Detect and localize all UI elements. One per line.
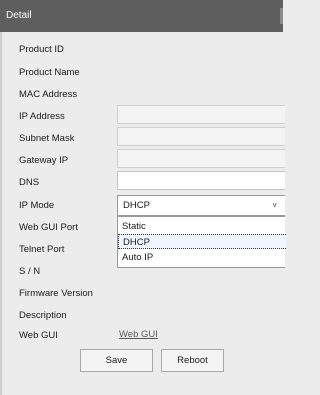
ip-mode-select[interactable]: DHCP ˅ xyxy=(117,195,285,216)
label-telnet-port: Telnet Port xyxy=(19,244,65,255)
subnet-mask-field[interactable] xyxy=(117,127,285,146)
label-ip-mode: IP Mode xyxy=(19,200,55,211)
save-button[interactable]: Save xyxy=(80,349,153,372)
chevron-down-icon[interactable]: ˅ xyxy=(272,196,277,215)
label-ip-address: IP Address xyxy=(19,111,65,122)
label-product-id: Product ID xyxy=(19,44,64,55)
detail-panel: Detail Product ID Product Name MAC Addre… xyxy=(0,0,286,395)
label-product-name: Product Name xyxy=(19,67,80,78)
label-gateway-ip: Gateway IP xyxy=(19,155,69,166)
label-firmware-version: Firmware Version xyxy=(19,288,93,299)
ip-mode-selected-value: DHCP xyxy=(123,200,150,211)
ip-mode-option-auto-ip[interactable]: Auto IP xyxy=(118,250,286,265)
dns-field[interactable] xyxy=(117,171,285,190)
label-dns: DNS xyxy=(19,177,40,188)
label-mac-address: MAC Address xyxy=(19,89,78,100)
label-subnet-mask: Subnet Mask xyxy=(19,133,75,144)
ip-mode-option-dhcp[interactable]: DHCP xyxy=(118,234,286,249)
ip-mode-dropdown-list: Static DHCP Auto IP xyxy=(117,216,286,268)
gateway-ip-field[interactable] xyxy=(117,149,285,168)
detail-form: Product ID Product Name MAC Address IP A… xyxy=(0,32,286,395)
panel-title-bar: Detail xyxy=(0,0,283,32)
label-web-gui-port: Web GUI Port xyxy=(19,222,78,233)
label-serial-number: S / N xyxy=(19,266,41,277)
resize-grip-icon[interactable] xyxy=(280,8,283,24)
label-description: Description xyxy=(19,310,67,321)
label-web-gui: Web GUI xyxy=(19,330,58,341)
reboot-button[interactable]: Reboot xyxy=(161,349,224,372)
panel-title: Detail xyxy=(6,10,32,21)
ip-mode-option-static[interactable]: Static xyxy=(118,219,286,234)
web-gui-link[interactable]: Web GUI xyxy=(119,329,158,340)
ip-address-field[interactable] xyxy=(117,105,285,124)
